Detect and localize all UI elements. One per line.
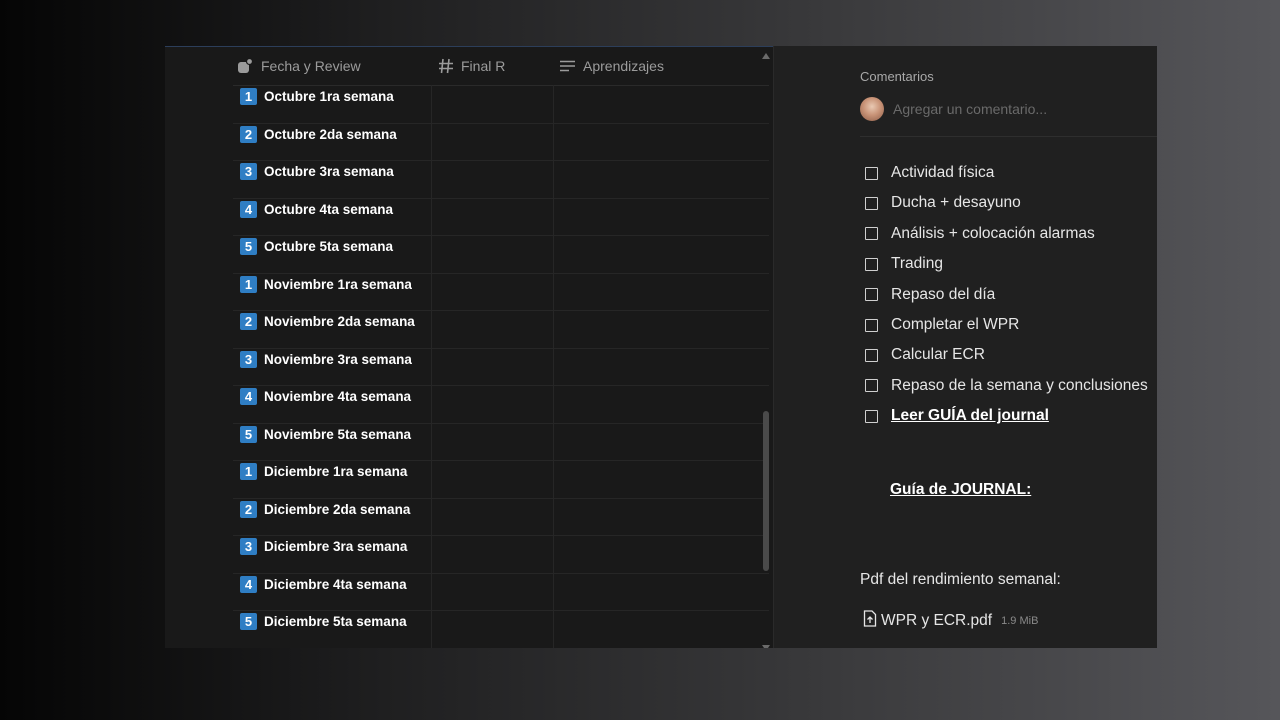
row-title[interactable]: Noviembre 2da semana	[264, 314, 415, 329]
todo-item: Repaso de la semana y conclusiones	[865, 374, 1148, 398]
comments-title: Comentarios	[860, 69, 934, 84]
row-title[interactable]: Diciembre 3ra semana	[264, 539, 407, 554]
todo-item: Completar el WPR	[865, 313, 1019, 337]
todo-item: Calcular ECR	[865, 343, 985, 367]
table-row[interactable]: 3 Octubre 3ra semana	[233, 160, 769, 199]
checkbox[interactable]	[865, 288, 878, 302]
table-row[interactable]: 1 Octubre 1ra semana	[233, 85, 769, 124]
table-row[interactable]: 3 Noviembre 3ra semana	[233, 348, 769, 386]
table-row[interactable]: 5 Octubre 5ta semana	[233, 235, 769, 274]
row-number-badge: 1	[240, 463, 257, 480]
row-title[interactable]: Noviembre 1ra semana	[264, 277, 412, 292]
row-title[interactable]: Octubre 1ra semana	[264, 89, 394, 104]
row-number-badge: 3	[240, 350, 257, 368]
pdf-section-label: Pdf del rendimiento semanal:	[860, 571, 1061, 588]
row-title[interactable]: Octubre 2da semana	[264, 127, 397, 142]
row-title[interactable]: Noviembre 3ra semana	[264, 352, 412, 367]
row-title[interactable]: Noviembre 4ta semana	[264, 389, 411, 404]
table-row[interactable]: 4 Diciembre 4ta semana	[233, 573, 769, 611]
row-title[interactable]: Diciembre 2da semana	[264, 502, 410, 517]
row-number-badge: 1	[240, 88, 257, 105]
table-row[interactable]: 1 Noviembre 1ra semana	[233, 273, 769, 311]
table-row[interactable]: 4 Noviembre 4ta semana	[233, 385, 769, 424]
todo-label: Repaso de la semana y conclusiones	[891, 376, 1148, 394]
scroll-up-icon[interactable]	[762, 53, 770, 59]
checkbox[interactable]	[865, 379, 878, 393]
todo-label[interactable]: Leer GUÍA del journal	[891, 407, 1049, 425]
table-row[interactable]: 3 Diciembre 3ra semana	[233, 535, 769, 574]
todo-label: Ducha + desayuno	[891, 194, 1021, 212]
todo-label: Calcular ECR	[891, 346, 985, 364]
page-side-panel: Comentarios Agregar un comentario... Act…	[773, 46, 1157, 648]
column-label: Fecha y Review	[261, 58, 361, 74]
number-icon	[438, 58, 454, 74]
scroll-thumb[interactable]	[763, 411, 769, 571]
row-title[interactable]: Diciembre 1ra semana	[264, 464, 407, 479]
todo-label: Repaso del día	[891, 285, 996, 303]
row-number-badge: 5	[240, 425, 257, 443]
row-number-badge: 3	[240, 538, 257, 555]
table-row[interactable]: 2 Diciembre 2da semana	[233, 498, 769, 536]
file-size: 1.9 MiB	[1001, 615, 1039, 627]
checkbox[interactable]	[865, 318, 878, 332]
column-header-aprendizajes[interactable]: Aprendizajes	[559, 47, 664, 85]
checkbox[interactable]	[865, 227, 878, 241]
todo-item: Repaso del día	[865, 283, 995, 307]
row-number-badge: 5	[240, 613, 257, 630]
file-name[interactable]: WPR y ECR.pdf	[881, 612, 992, 630]
todo-item: Actividad física	[865, 161, 994, 185]
file-icon	[863, 610, 877, 632]
row-title[interactable]: Diciembre 4ta semana	[264, 577, 407, 592]
todo-item: Análisis + colocación alarmas	[865, 222, 1095, 246]
checkbox[interactable]	[865, 166, 878, 180]
divider	[860, 136, 1157, 137]
text-icon	[559, 58, 576, 74]
column-header-fecha[interactable]: Fecha y Review	[237, 47, 361, 85]
checkbox[interactable]	[865, 409, 878, 423]
row-title[interactable]: Octubre 5ta semana	[264, 239, 393, 254]
column-label: Aprendizajes	[583, 58, 664, 74]
todo-item: Trading	[865, 252, 943, 276]
checkbox[interactable]	[865, 257, 878, 271]
todo-label: Trading	[891, 255, 943, 273]
todo-label: Análisis + colocación alarmas	[891, 224, 1095, 242]
row-number-badge: 4	[240, 575, 257, 593]
row-number-badge: 1	[240, 275, 257, 293]
table-row[interactable]: 4 Octubre 4ta semana	[233, 198, 769, 236]
todo-item: Leer GUÍA del journal	[865, 404, 1049, 428]
table-header: Fecha y Review Final R Aprendizajes	[233, 47, 769, 86]
row-number-badge: 3	[240, 163, 257, 180]
todo-item: Ducha + desayuno	[865, 191, 1021, 215]
row-title[interactable]: Octubre 4ta semana	[264, 202, 393, 217]
row-number-badge: 5	[240, 238, 257, 255]
row-number-badge: 2	[240, 125, 257, 143]
row-number-badge: 4	[240, 200, 257, 218]
guide-link[interactable]: Guía de JOURNAL:	[890, 481, 1031, 499]
row-number-badge: 2	[240, 313, 257, 330]
file-attachment[interactable]: WPR y ECR.pdf 1.9 MiB	[863, 610, 1038, 632]
row-title[interactable]: Noviembre 5ta semana	[264, 427, 411, 442]
database-table: Fecha y Review Final R Aprendizajes 1 Oc…	[165, 46, 773, 648]
row-number-badge: 2	[240, 500, 257, 518]
todo-label: Completar el WPR	[891, 316, 1020, 333]
checkbox[interactable]	[865, 196, 878, 210]
table-row[interactable]: 1 Diciembre 1ra semana	[233, 460, 769, 499]
avatar	[860, 97, 884, 121]
table-row[interactable]: 2 Octubre 2da semana	[233, 123, 769, 161]
table-row[interactable]: 5 Noviembre 5ta semana	[233, 423, 769, 461]
scroll-down-icon[interactable]	[762, 645, 770, 648]
review-icon	[237, 57, 254, 75]
row-number-badge: 4	[240, 388, 257, 405]
app-window: Fecha y Review Final R Aprendizajes 1 Oc…	[165, 46, 1157, 648]
comment-input[interactable]: Agregar un comentario...	[893, 101, 1047, 117]
todo-label: Actividad física	[891, 164, 995, 181]
column-label: Final R	[461, 58, 506, 74]
row-title[interactable]: Diciembre 5ta semana	[264, 614, 407, 629]
table-row[interactable]: 2 Noviembre 2da semana	[233, 310, 769, 349]
column-header-final-r[interactable]: Final R	[438, 47, 505, 85]
row-title[interactable]: Octubre 3ra semana	[264, 164, 394, 179]
checkbox[interactable]	[865, 348, 878, 362]
table-row[interactable]: 5 Diciembre 5ta semana	[233, 610, 769, 648]
